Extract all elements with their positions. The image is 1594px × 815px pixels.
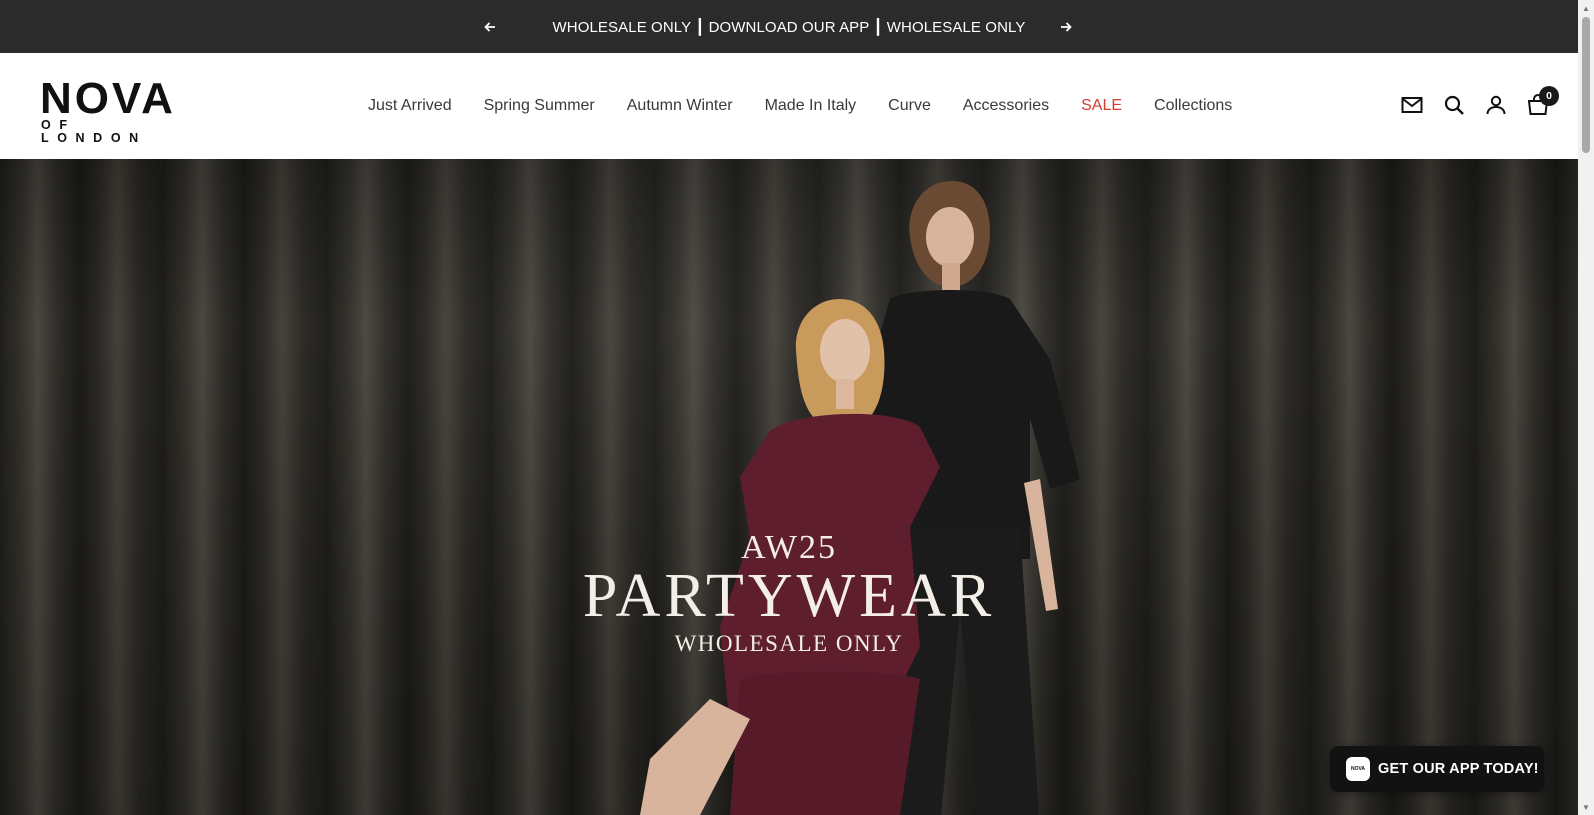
- main-nav: Just Arrived Spring Summer Autumn Winter…: [368, 53, 1264, 159]
- nav-item-accessories[interactable]: Accessories: [963, 97, 1049, 115]
- hero-banner[interactable]: AW25 PARTYWEAR WHOLESALE ONLY NOVA GET O…: [0, 159, 1578, 815]
- header-actions: 0: [1368, 53, 1578, 159]
- search-button[interactable]: [1442, 93, 1466, 117]
- announcement-prev-button[interactable]: [470, 0, 510, 53]
- nav-item-made-in-italy[interactable]: Made In Italy: [765, 97, 857, 115]
- cart-count-badge: 0: [1539, 86, 1559, 106]
- nav-item-just-arrived[interactable]: Just Arrived: [368, 97, 452, 115]
- app-logo-icon: NOVA: [1346, 757, 1370, 781]
- nav-item-collections[interactable]: Collections: [1154, 97, 1232, 115]
- site-header: NOVA OF LONDON Just Arrived Spring Summe…: [0, 53, 1578, 160]
- mail-icon: [1401, 97, 1423, 113]
- mail-button[interactable]: [1400, 93, 1424, 117]
- get-app-label: GET OUR APP TODAY!: [1378, 761, 1539, 777]
- brand-logo[interactable]: NOVA OF LONDON: [40, 74, 182, 145]
- nav-item-curve[interactable]: Curve: [888, 97, 931, 115]
- get-app-button[interactable]: NOVA GET OUR APP TODAY!: [1330, 746, 1544, 792]
- account-icon: [1486, 95, 1506, 115]
- scroll-up-arrow-icon[interactable]: ▲: [1578, 0, 1594, 16]
- announcement-bar: WHOLESALE ONLY ┃ DOWNLOAD OUR APP ┃ WHOL…: [0, 0, 1578, 53]
- brand-name: NOVA: [40, 74, 176, 123]
- scroll-down-arrow-icon[interactable]: ▼: [1578, 799, 1594, 815]
- scrollbar-thumb[interactable]: [1582, 17, 1590, 153]
- arrow-left-icon: [484, 21, 495, 32]
- nav-item-autumn-winter[interactable]: Autumn Winter: [627, 97, 733, 115]
- nav-item-sale[interactable]: SALE: [1081, 97, 1122, 115]
- page-scrollbar[interactable]: ▲ ▼: [1578, 0, 1594, 815]
- hero-models-image: [640, 181, 1080, 815]
- announcement-message[interactable]: WHOLESALE ONLY ┃ DOWNLOAD OUR APP ┃ WHOL…: [553, 18, 1026, 36]
- nav-item-spring-summer[interactable]: Spring Summer: [484, 97, 595, 115]
- announcement-next-button[interactable]: [1046, 0, 1086, 53]
- arrow-right-icon: [1061, 21, 1072, 32]
- hero-subtitle: WHOLESALE ONLY: [674, 631, 904, 656]
- search-icon: [1444, 95, 1464, 115]
- cart-button[interactable]: 0: [1526, 86, 1559, 117]
- account-button[interactable]: [1484, 93, 1508, 117]
- hero-title: PARTYWEAR: [582, 562, 996, 630]
